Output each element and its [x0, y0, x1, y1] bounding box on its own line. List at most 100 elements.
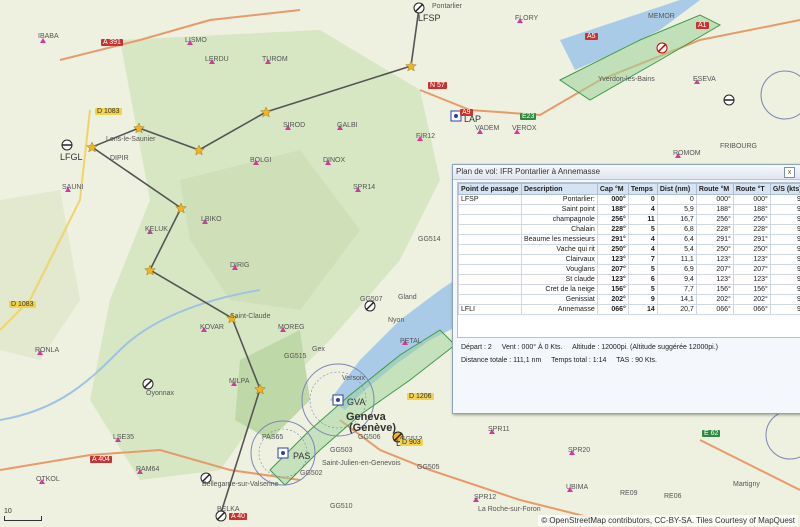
column-header[interactable]: Temps: [627, 183, 658, 195]
table-row[interactable]: Saint point188°45,9188°188°905400: [458, 204, 800, 215]
column-header[interactable]: G/S (kts): [769, 183, 800, 195]
table-cell: 256°: [732, 214, 771, 225]
table-cell: 90: [769, 254, 800, 265]
table-cell: 5: [627, 264, 658, 275]
table-cell: Chalain: [521, 224, 598, 235]
road-shield: A 404: [90, 456, 112, 463]
road-shield: A 391: [101, 39, 123, 46]
road-shield: D 1083: [9, 301, 36, 308]
table-cell: 156°: [695, 284, 734, 295]
road-shield: N 57: [428, 82, 447, 89]
table-row[interactable]: Chalain228°56,8228°228°903700: [458, 224, 800, 235]
table-cell: 000°: [732, 194, 771, 205]
map-label: RE06: [664, 493, 682, 500]
table-cell: 11: [627, 214, 658, 225]
road-shield: D 1206: [407, 393, 434, 400]
map-label: Saint-Julien-en-Genevois: [322, 460, 401, 467]
table-cell: Annemasse: [521, 304, 598, 315]
map-label: La Roche-sur-Foron: [478, 506, 541, 513]
column-header[interactable]: Description: [521, 183, 598, 195]
table-cell: 228°: [596, 224, 629, 235]
map-label: GALBI: [337, 122, 358, 129]
column-header[interactable]: Route °T: [732, 183, 771, 195]
map-label: KELUK: [145, 226, 168, 233]
table-cell: 291°: [732, 234, 771, 245]
column-header[interactable]: Route °M: [695, 183, 734, 195]
map-label: TUROM: [262, 56, 288, 63]
table-cell: 90: [769, 194, 800, 205]
map-label: SAUNI: [62, 184, 84, 191]
flight-plan-table-container[interactable]: Point de passage Description Cap °M Temps Di…: [457, 182, 800, 338]
close-button[interactable]: x: [784, 167, 795, 178]
table-cell: 4: [627, 234, 658, 245]
road-shield: E23: [520, 113, 537, 120]
map-label: FLORY: [515, 15, 539, 22]
map-label: IBABA: [38, 33, 59, 40]
table-row[interactable]: Clairvaux123°711,1123°123°903700: [458, 254, 800, 265]
panel-titlebar[interactable]: Plan de vol: IFR Pontarlier à Annemasse …: [453, 165, 800, 180]
table-cell: [458, 234, 522, 245]
map-label: KOVAR: [200, 324, 224, 331]
table-cell: 90: [769, 214, 800, 225]
table-cell: 250°: [596, 244, 629, 255]
table-cell: Vouglans: [521, 264, 598, 275]
table-cell: 207°: [732, 264, 771, 275]
flight-plan-summary: Départ : 2 Vent : 000° À 0 Kts. Altitude…: [461, 341, 797, 367]
map-label: SPR11: [488, 426, 510, 433]
map-label: LBIKO: [201, 216, 222, 223]
map-label: MILPA: [229, 378, 250, 385]
table-row[interactable]: Vouglans207°56,9207°207°903700: [458, 264, 800, 275]
table-cell: 123°: [695, 274, 734, 285]
table-row[interactable]: Vache qui rit250°45,4250°250°903700: [458, 244, 800, 255]
map-label: Pontarlier: [432, 3, 462, 10]
column-header[interactable]: Point de passage: [458, 183, 522, 195]
map-label: FRIBOURG: [720, 143, 757, 150]
column-header[interactable]: Dist (nm): [656, 183, 697, 195]
road-shield: A1: [696, 22, 709, 29]
map-label: Yverdon-les-Bains: [598, 76, 655, 83]
road-shield: A 40: [229, 513, 248, 520]
map-label: SIROD: [283, 122, 306, 129]
map-label: GG506: [358, 434, 381, 441]
table-cell: [458, 294, 522, 305]
table-cell: 123°: [732, 274, 771, 285]
table-cell: 5,9: [656, 204, 697, 215]
table-cell: 188°: [732, 204, 771, 215]
map-label: RAM64: [136, 466, 160, 473]
table-cell: 123°: [596, 254, 629, 265]
table-row[interactable]: St claude123°69,4123°123°905400: [458, 274, 800, 285]
map-label: GG514: [418, 236, 441, 243]
table-cell: LFLI: [458, 304, 522, 315]
table-row[interactable]: champagnole256°1116,7256°256°905400: [458, 214, 800, 225]
table-cell: 188°: [695, 204, 734, 215]
column-header[interactable]: Cap °M: [596, 183, 629, 195]
map-label: ROMOM: [673, 150, 701, 157]
flight-plan-table: Point de passage Description Cap °M Temps Di…: [458, 183, 800, 315]
map-label: LFSP: [418, 13, 441, 23]
table-cell: 6,4: [656, 234, 697, 245]
table-row[interactable]: Cret de la neige156°57,7156°156°905400: [458, 284, 800, 295]
map-label: GG507: [360, 296, 383, 303]
table-row[interactable]: LFSPPontarlier:000°00000°000°900: [458, 194, 800, 205]
table-cell: 7,7: [656, 284, 697, 295]
total-distance-value: Distance totale : 111,1 nm: [461, 357, 542, 364]
table-cell: 4: [627, 204, 658, 215]
table-cell: 9,4: [656, 274, 697, 285]
table-row[interactable]: Genissiat202°914,1202°202°905400: [458, 294, 800, 305]
table-cell: 90: [769, 284, 800, 295]
table-cell: 90: [769, 264, 800, 275]
map-label: GG515: [284, 353, 307, 360]
table-cell: 123°: [596, 274, 629, 285]
table-row[interactable]: Beaume les messieurs291°46,4291°291°9037…: [458, 234, 800, 245]
map-label: MEMOR: [648, 13, 675, 20]
table-cell: [458, 244, 522, 255]
map-label: LISMO: [185, 37, 207, 44]
flight-plan-panel[interactable]: Plan de vol: IFR Pontarlier à Annemasse …: [452, 164, 800, 414]
table-row[interactable]: LFLIAnnemasse066°1420,7066°066°907000: [458, 304, 800, 315]
map-label: GVA: [347, 397, 366, 407]
map-label: GG505: [417, 464, 440, 471]
table-cell: 066°: [732, 304, 771, 315]
table-cell: 20,7: [656, 304, 697, 315]
map-label: DINOX: [323, 157, 346, 164]
table-cell: 14,1: [656, 294, 697, 305]
